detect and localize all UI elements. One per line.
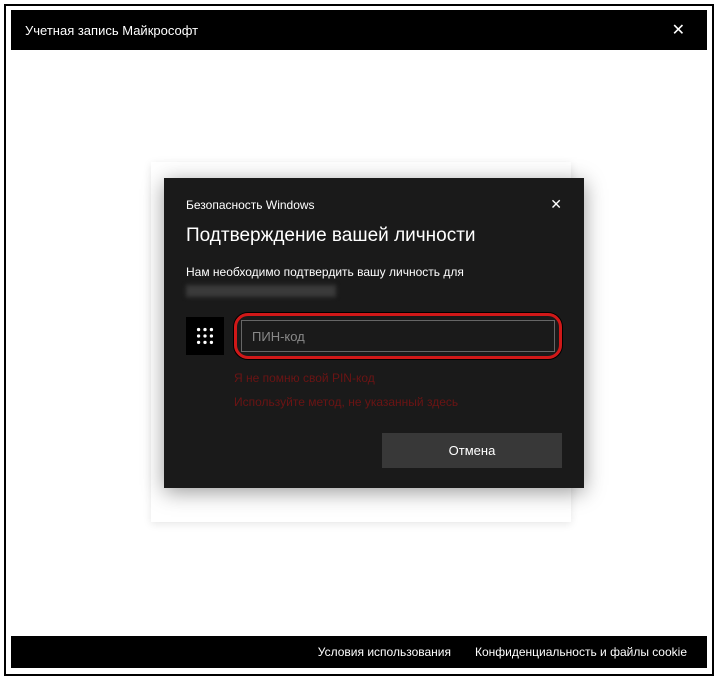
footer: Условия использования Конфиденциальность…: [11, 636, 707, 668]
account-email-redacted: [186, 285, 336, 297]
other-method-link[interactable]: Используйте метод, не указанный здесь: [234, 395, 562, 409]
security-header-label: Безопасность Windows: [186, 198, 315, 212]
security-dialog: Безопасность Windows ✕ Подтверждение ваш…: [164, 178, 584, 488]
terms-link[interactable]: Условия использования: [318, 645, 451, 659]
security-header: Безопасность Windows ✕: [186, 196, 562, 213]
content-area: Безопасность Windows ✕ Подтверждение ваш…: [11, 50, 707, 668]
keypad-icon: [186, 317, 224, 355]
button-row: Отмена: [186, 433, 562, 468]
microsoft-account-window: Учетная запись Майкрософт ✕ Безопасность…: [11, 10, 707, 668]
security-subtitle: Нам необходимо подтвердить вашу личность…: [186, 263, 562, 281]
security-title: Подтверждение вашей личности: [186, 225, 562, 247]
forgot-pin-link[interactable]: Я не помню свой PIN-код: [234, 371, 562, 385]
window-title: Учетная запись Майкрософт: [25, 23, 198, 38]
privacy-link[interactable]: Конфиденциальность и файлы cookie: [475, 645, 687, 659]
close-icon[interactable]: ✕: [664, 16, 693, 44]
pin-input[interactable]: [241, 320, 555, 352]
pin-highlight-annotation: [234, 313, 562, 359]
close-icon[interactable]: ✕: [550, 196, 562, 213]
pin-row: [186, 313, 562, 359]
titlebar: Учетная запись Майкрософт ✕: [11, 10, 707, 50]
cancel-button[interactable]: Отмена: [382, 433, 562, 468]
